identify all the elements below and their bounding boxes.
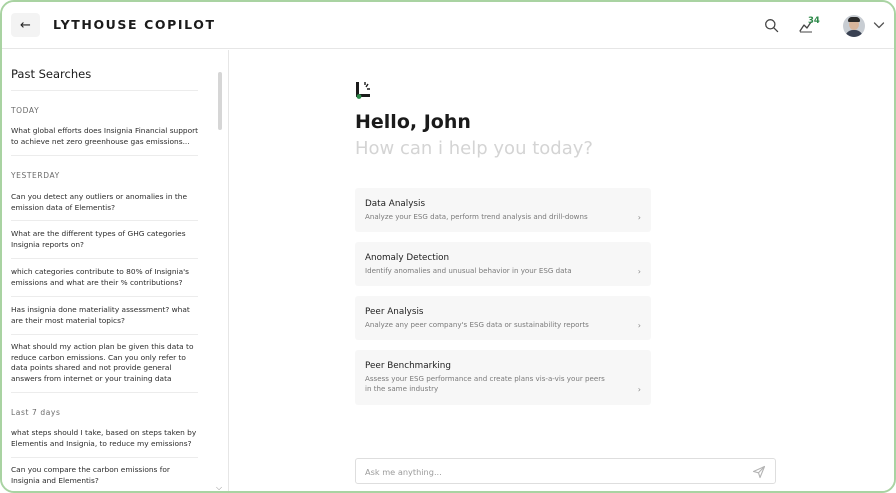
- sidebar-title: Past Searches: [11, 67, 92, 81]
- card-description: Analyze your ESG data, perform trend ana…: [365, 212, 588, 221]
- chevron-right-icon: ›: [637, 267, 641, 276]
- greeting-subtitle: How can i help you today?: [355, 138, 593, 159]
- divider: [11, 258, 198, 259]
- search-history-item[interactable]: what steps should I take, based on steps…: [11, 428, 199, 449]
- chevron-right-icon: ›: [637, 213, 641, 222]
- avatar[interactable]: [843, 15, 865, 37]
- card-title: Peer Benchmarking: [365, 361, 451, 371]
- data-analysis-card[interactable]: Data Analysis Analyze your ESG data, per…: [355, 188, 651, 232]
- notifications-button[interactable]: 34: [799, 16, 825, 35]
- chevron-down-icon[interactable]: [873, 20, 885, 30]
- search-history-item[interactable]: Has insignia done materiality assessment…: [11, 305, 199, 326]
- back-button[interactable]: ←: [11, 13, 40, 37]
- group-label-last-7-days: Last 7 days: [11, 408, 61, 417]
- group-label-yesterday: YESTERDAY: [11, 171, 60, 180]
- peer-analysis-card[interactable]: Peer Analysis Analyze any peer company's…: [355, 296, 651, 340]
- search-history-item[interactable]: What are the different types of GHG cate…: [11, 229, 199, 250]
- notification-count-badge: 34: [808, 16, 820, 26]
- app-title: LYTHOUSE COPILOT: [53, 17, 216, 32]
- peer-benchmarking-card[interactable]: Peer Benchmarking Assess your ESG perfor…: [355, 350, 651, 405]
- top-bar: ← LYTHOUSE COPILOT 34: [2, 2, 894, 49]
- chevron-right-icon: ›: [637, 321, 641, 330]
- divider: [11, 457, 198, 458]
- search-icon[interactable]: [764, 18, 779, 33]
- divider: [11, 155, 198, 156]
- back-arrow-icon: ←: [20, 17, 31, 33]
- sidebar-scrollbar[interactable]: [218, 72, 222, 130]
- greeting: Hello, John: [355, 111, 471, 133]
- search-history-item[interactable]: What global efforts does Insignia Financ…: [11, 126, 199, 147]
- search-history-item[interactable]: Can you detect any outliers or anomalies…: [11, 192, 199, 213]
- ask-input[interactable]: [365, 464, 735, 479]
- send-icon[interactable]: [752, 465, 766, 479]
- card-title: Data Analysis: [365, 199, 426, 209]
- main-panel: Hello, John How can i help you today? Da…: [230, 50, 894, 491]
- card-title: Anomaly Detection: [365, 253, 450, 263]
- lythouse-logo-icon: [356, 82, 370, 99]
- search-history-item[interactable]: What should my action plan be given this…: [11, 342, 199, 384]
- card-description: Identify anomalies and unusual behavior …: [365, 266, 572, 275]
- app-window: ← LYTHOUSE COPILOT 34 Past Searches TODA…: [0, 0, 896, 493]
- anomaly-detection-card[interactable]: Anomaly Detection Identify anomalies and…: [355, 242, 651, 286]
- card-description: Assess your ESG performance and create p…: [365, 374, 605, 393]
- scroll-down-icon[interactable]: ⌵: [216, 483, 222, 491]
- divider: [11, 90, 198, 91]
- card-description: Analyze any peer company's ESG data or s…: [365, 320, 589, 329]
- divider: [11, 392, 198, 393]
- chevron-right-icon: ›: [637, 385, 641, 394]
- search-history-item[interactable]: which categories contribute to 80% of In…: [11, 267, 199, 288]
- divider: [11, 334, 198, 335]
- search-history-item[interactable]: Can you compare the carbon emissions for…: [11, 465, 199, 486]
- group-label-today: TODAY: [11, 106, 40, 115]
- divider: [11, 296, 198, 297]
- past-searches-sidebar: Past Searches TODAY What global efforts …: [2, 50, 229, 491]
- ask-bar: [355, 458, 776, 484]
- divider: [11, 220, 198, 221]
- card-title: Peer Analysis: [365, 307, 424, 317]
